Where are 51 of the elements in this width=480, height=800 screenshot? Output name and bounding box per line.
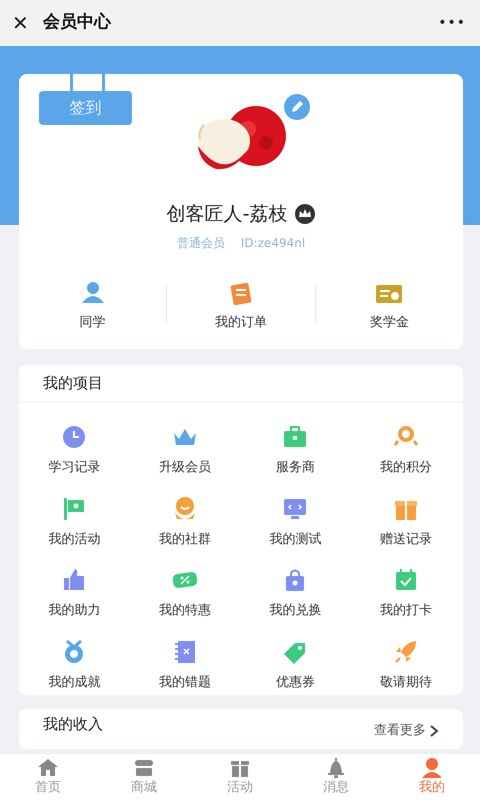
project-label: 敬请期待 xyxy=(380,674,432,692)
home-icon xyxy=(36,756,60,778)
project-item[interactable]: 敬请期待 xyxy=(350,638,461,692)
view-more-link[interactable]: 查看更多 xyxy=(374,713,439,749)
crown-icon xyxy=(295,204,316,224)
project-label: 我的社群 xyxy=(158,530,211,548)
project-item[interactable]: 赠送记录 xyxy=(350,494,461,549)
project-item[interactable]: 我的测试 xyxy=(240,494,350,549)
close-button[interactable]: ✕ xyxy=(12,13,29,33)
project-label: 服务商 xyxy=(276,459,315,477)
hanging-string xyxy=(70,74,73,91)
project-item[interactable]: 我的兑换 xyxy=(240,566,350,620)
project-label: 我的特惠 xyxy=(158,602,211,620)
project-item[interactable]: 我的打卡 xyxy=(350,566,461,620)
hanging-string xyxy=(102,74,105,91)
project-item[interactable]: 我的成就 xyxy=(19,638,130,692)
project-label: 我的助力 xyxy=(48,602,100,620)
project-label: 赠送记录 xyxy=(380,530,432,548)
page-title: 会员中心 xyxy=(42,11,111,34)
project-label: 学习记录 xyxy=(48,459,100,477)
section-title: 我的项目 xyxy=(43,373,103,394)
project-item[interactable]: 我的活动 xyxy=(19,494,130,549)
project-item[interactable]: 我的错题 xyxy=(130,638,240,692)
person-icon xyxy=(420,756,444,778)
project-label: 我的打卡 xyxy=(380,602,432,620)
project-item[interactable]: 升级会员 xyxy=(130,423,240,478)
project-item[interactable]: 我的社群 xyxy=(130,494,240,549)
edit-icon[interactable] xyxy=(284,94,310,120)
project-label: 我的测试 xyxy=(269,530,322,548)
member-level: 普通会员 xyxy=(176,234,225,252)
chevron-icon xyxy=(430,725,439,737)
project-label: 我的兑换 xyxy=(269,602,322,620)
user-id: ID:ze494nl xyxy=(240,234,306,252)
shortcut-link[interactable]: 奖学金 xyxy=(370,312,409,332)
project-item[interactable]: 我的积分 xyxy=(350,423,461,478)
project-item[interactable]: 我的助力 xyxy=(19,566,130,620)
project-label: 我的错题 xyxy=(158,674,211,692)
section-title: 我的收入 xyxy=(43,714,103,735)
project-item[interactable]: 学习记录 xyxy=(19,423,130,478)
project-item[interactable]: 优惠券 xyxy=(240,638,350,692)
user-name: 创客匠人-荔枝 xyxy=(166,202,288,227)
project-label: 我的成就 xyxy=(48,674,100,692)
project-label: 升级会员 xyxy=(158,459,211,477)
shortcut-link[interactable]: 我的订单 xyxy=(214,312,267,332)
project-label: 我的积分 xyxy=(380,459,432,477)
more-button[interactable]: ••• xyxy=(438,12,466,34)
project-label: 优惠券 xyxy=(276,674,315,692)
project-item[interactable]: 服务商 xyxy=(240,423,350,478)
project-label: 我的活动 xyxy=(48,530,100,548)
shortcut-link[interactable]: 同学 xyxy=(80,312,106,332)
project-item[interactable]: 我的特惠 xyxy=(130,566,240,620)
